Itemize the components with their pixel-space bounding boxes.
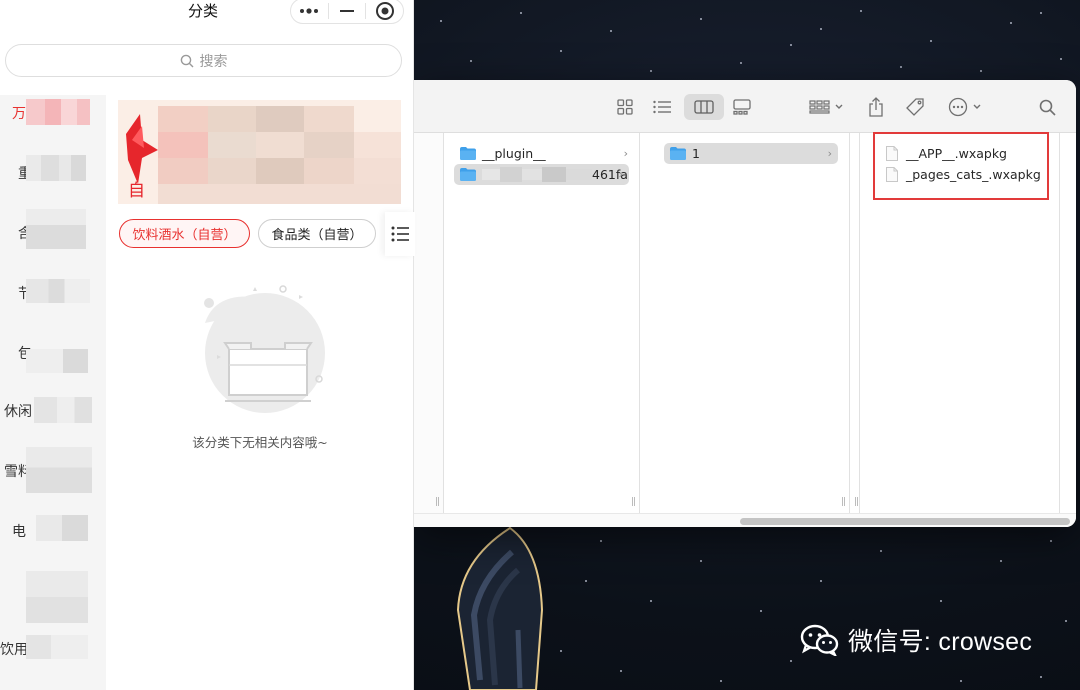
star: [650, 70, 652, 72]
finder-row-folder[interactable]: __plugin__ ›: [454, 143, 634, 164]
star: [790, 44, 792, 46]
chip-label: 食品类（自营）: [271, 228, 363, 243]
search-icon[interactable]: [1036, 94, 1058, 120]
scrollbar-thumb[interactable]: [740, 518, 1070, 525]
star: [700, 18, 702, 20]
star: [560, 650, 562, 652]
chevron-right-icon: ›: [623, 147, 628, 160]
more-actions-icon[interactable]: [946, 94, 988, 120]
horizontal-scrollbar[interactable]: [414, 513, 1076, 527]
star: [1000, 560, 1002, 562]
star: [1065, 620, 1067, 622]
wechat-icon: [800, 624, 839, 656]
star: [880, 550, 882, 552]
star: [760, 610, 762, 612]
star: [600, 540, 602, 542]
more-dots-icon: [300, 8, 319, 14]
folder-icon: [670, 147, 686, 160]
folder-icon: [460, 147, 476, 160]
star: [940, 600, 942, 602]
star: [650, 600, 652, 602]
finder-row-label: 1: [692, 146, 700, 161]
finder-row-folder-selected[interactable]: 461fa ›: [454, 164, 629, 185]
tag-icon[interactable]: [903, 94, 927, 120]
star: [585, 580, 587, 582]
star: [1040, 12, 1042, 14]
finder-row-folder-selected[interactable]: 1 ›: [664, 143, 838, 164]
banner-mosaic-image: [118, 100, 401, 204]
more-options-button[interactable]: [291, 0, 328, 23]
finder-toolbar: [414, 80, 1076, 133]
list-view-icon[interactable]: [650, 94, 674, 120]
share-icon[interactable]: [865, 94, 887, 120]
list-toggle-button[interactable]: [385, 212, 415, 256]
subcategory-chip-active[interactable]: 饮料酒水（自营）: [119, 219, 250, 248]
banner-badge-text: 自: [128, 181, 145, 201]
search-input[interactable]: 搜索: [5, 44, 402, 77]
pixelated-redaction: [482, 167, 592, 182]
star: [440, 20, 442, 22]
watermark-text: 微信号: crowsec: [848, 628, 1033, 656]
finder-row-label: __plugin__: [482, 146, 546, 161]
chevron-right-icon: ›: [827, 147, 832, 160]
star: [1010, 22, 1012, 24]
search-icon: [180, 54, 193, 67]
minimize-button[interactable]: [329, 0, 366, 23]
empty-state-text: 该分类下无相关内容哦~: [192, 435, 328, 450]
star: [520, 12, 522, 14]
column-resize-handle[interactable]: ||: [631, 497, 636, 507]
star: [930, 40, 932, 42]
close-miniprogram-button[interactable]: [366, 0, 403, 23]
column-resize-handle[interactable]: ||: [435, 497, 440, 507]
category-sidebar: 万 重 含 节 包 休闲 雪料 电 饮用: [0, 95, 106, 690]
column-resize-handle[interactable]: ||: [841, 497, 846, 507]
column-0: ||: [414, 133, 444, 513]
rocket-illustration: [456, 526, 544, 690]
capsule-menu: [290, 0, 404, 24]
star: [860, 10, 862, 12]
star: [610, 30, 612, 32]
column-1: __plugin__ › 461fa › ||: [444, 133, 640, 513]
chip-label: 饮料酒水（自营）: [132, 228, 237, 243]
folder-icon: [460, 168, 476, 181]
star: [790, 660, 792, 662]
star: [470, 60, 472, 62]
icon-view-icon[interactable]: [614, 94, 636, 120]
highlight-annotation-box: [873, 132, 1049, 200]
promo-banner[interactable]: 自: [118, 100, 401, 204]
star: [700, 560, 702, 562]
group-icon[interactable]: [806, 94, 848, 120]
star: [960, 680, 962, 682]
subcategory-chip[interactable]: 食品类（自营）: [258, 219, 376, 248]
star: [820, 28, 822, 30]
star: [720, 680, 722, 682]
empty-box-illustration: [204, 285, 325, 413]
star: [900, 66, 902, 68]
star: [1050, 540, 1052, 542]
search-placeholder: 搜索: [199, 53, 228, 70]
list-icon: [391, 226, 409, 242]
miniprogram-panel: 分类 搜索 万 重 含 节 包 休闲 雪料 电 饮用 自 饮料酒水（自营） 食品…: [0, 0, 415, 690]
star: [980, 70, 982, 72]
star: [560, 50, 562, 52]
gallery-view-icon[interactable]: [730, 94, 754, 120]
star: [1040, 676, 1042, 678]
column-resize-handle[interactable]: ||: [854, 497, 859, 507]
star: [820, 580, 822, 582]
column-2-gap: ||: [850, 133, 860, 513]
column-2: 1 › ||: [640, 133, 850, 513]
target-close-icon: [375, 2, 394, 20]
star: [740, 62, 742, 64]
column-view-icon[interactable]: [684, 94, 724, 120]
watermark: 微信号: crowsec: [800, 622, 1032, 658]
star: [1060, 58, 1062, 60]
minus-icon: [340, 10, 354, 12]
chevron-right-icon: ›: [618, 168, 623, 181]
star: [620, 670, 622, 672]
